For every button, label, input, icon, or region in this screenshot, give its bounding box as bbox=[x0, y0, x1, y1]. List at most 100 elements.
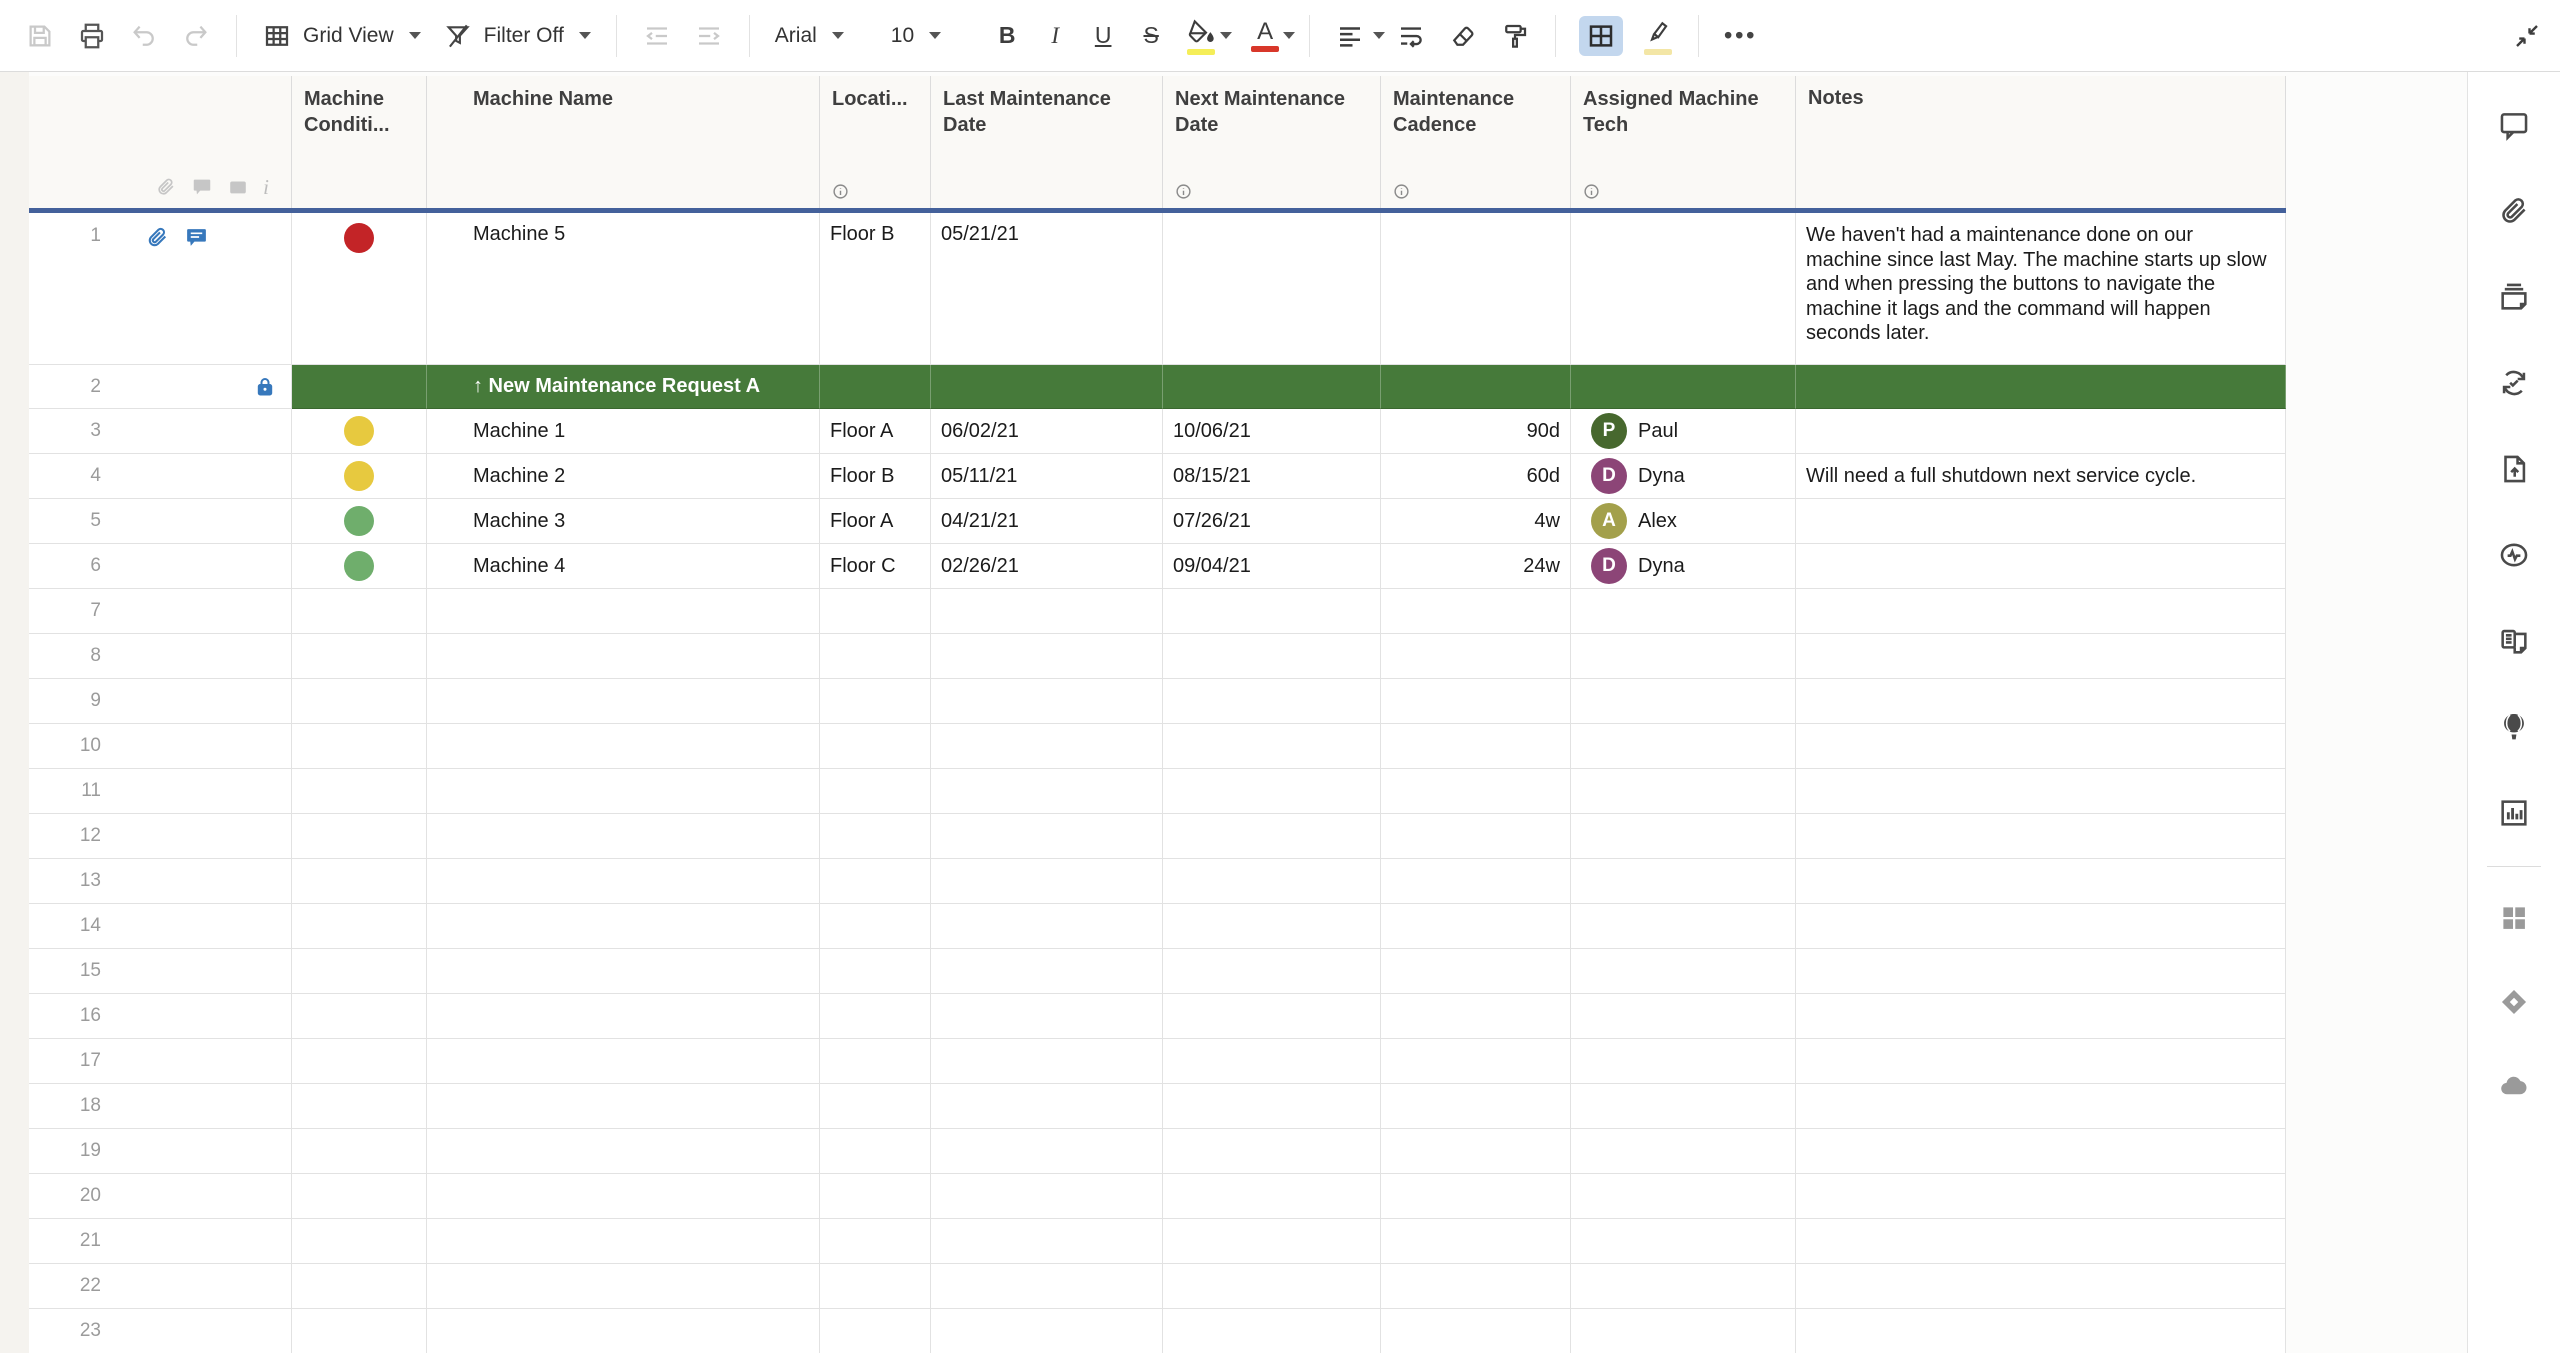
cell-name-row-11[interactable] bbox=[427, 769, 820, 814]
cell-next_date-row-18[interactable] bbox=[1163, 1084, 1381, 1129]
row-header-20[interactable]: 20 bbox=[29, 1174, 292, 1219]
cell-condition-row-6[interactable] bbox=[292, 544, 427, 589]
row-header-3[interactable]: 3 bbox=[29, 409, 292, 454]
cell-condition-row-13[interactable] bbox=[292, 859, 427, 904]
cell-condition-row-17[interactable] bbox=[292, 1039, 427, 1084]
cell-next_date-row-9[interactable] bbox=[1163, 679, 1381, 724]
cell-notes-row-23[interactable] bbox=[1796, 1309, 2286, 1353]
cell-name-row-6[interactable]: Machine 4 bbox=[427, 544, 820, 589]
cell-name-row-4[interactable]: Machine 2 bbox=[427, 454, 820, 499]
row-header-8[interactable]: 8 bbox=[29, 634, 292, 679]
cell-next_date-row-1[interactable] bbox=[1163, 213, 1381, 365]
cell-notes-row-4[interactable]: Will need a full shutdown next service c… bbox=[1796, 454, 2286, 499]
column-header-location[interactable]: Locati... bbox=[820, 76, 931, 208]
cell-tech-row-4[interactable]: DDyna bbox=[1571, 454, 1796, 499]
collapse-toolbar-button[interactable] bbox=[2510, 19, 2544, 53]
cell-name-row-22[interactable] bbox=[427, 1264, 820, 1309]
cell-next_date-row-23[interactable] bbox=[1163, 1309, 1381, 1353]
cell-next_date-row-14[interactable] bbox=[1163, 904, 1381, 949]
cell-last_date-row-20[interactable] bbox=[931, 1174, 1163, 1219]
cell-location-row-9[interactable] bbox=[820, 679, 931, 724]
format-painter-button[interactable] bbox=[1498, 19, 1532, 53]
proofs-panel-button[interactable] bbox=[2468, 254, 2560, 340]
cell-location-row-6[interactable]: Floor C bbox=[820, 544, 931, 589]
row-comment-icon[interactable] bbox=[184, 225, 209, 250]
cell-notes-row-3[interactable] bbox=[1796, 409, 2286, 454]
cell-cadence-row-21[interactable] bbox=[1381, 1219, 1571, 1264]
cell-location-row-15[interactable] bbox=[820, 949, 931, 994]
cell-name-row-5[interactable]: Machine 3 bbox=[427, 499, 820, 544]
cell-last_date-row-13[interactable] bbox=[931, 859, 1163, 904]
cell-notes-row-18[interactable] bbox=[1796, 1084, 2286, 1129]
column-header-cadence[interactable]: Maintenance Cadence bbox=[1381, 76, 1571, 208]
cell-tech-row-14[interactable] bbox=[1571, 904, 1796, 949]
cell-tech-row-16[interactable] bbox=[1571, 994, 1796, 1039]
row-header-7[interactable]: 7 bbox=[29, 589, 292, 634]
sheet-summary-panel-button[interactable] bbox=[2468, 598, 2560, 684]
cell-next_date-row-22[interactable] bbox=[1163, 1264, 1381, 1309]
cell-next_date-row-10[interactable] bbox=[1163, 724, 1381, 769]
row-header-5[interactable]: 5 bbox=[29, 499, 292, 544]
save-button[interactable] bbox=[23, 19, 57, 53]
activity-log-panel-button[interactable] bbox=[2468, 512, 2560, 598]
cell-last_date-row-12[interactable] bbox=[931, 814, 1163, 859]
cell-tech-row-22[interactable] bbox=[1571, 1264, 1796, 1309]
row-header-12[interactable]: 12 bbox=[29, 814, 292, 859]
cell-cadence-row-20[interactable] bbox=[1381, 1174, 1571, 1219]
header-corner-cell[interactable]: i bbox=[29, 76, 292, 208]
column-header-condition[interactable]: Machine Conditi... bbox=[292, 76, 427, 208]
cell-condition-row-7[interactable] bbox=[292, 589, 427, 634]
cell-cadence-row-13[interactable] bbox=[1381, 859, 1571, 904]
column-info-icon[interactable] bbox=[1175, 183, 1192, 200]
cell-next_date-row-5[interactable]: 07/26/21 bbox=[1163, 499, 1381, 544]
cell-location-row-8[interactable] bbox=[820, 634, 931, 679]
cell-next_date-row-7[interactable] bbox=[1163, 589, 1381, 634]
cell-last_date-row-6[interactable]: 02/26/21 bbox=[931, 544, 1163, 589]
column-header-next_date[interactable]: Next Maintenance Date bbox=[1163, 76, 1381, 208]
row-header-11[interactable]: 11 bbox=[29, 769, 292, 814]
cell-location-row-20[interactable] bbox=[820, 1174, 931, 1219]
row-header-6[interactable]: 6 bbox=[29, 544, 292, 589]
cell-cadence-row-18[interactable] bbox=[1381, 1084, 1571, 1129]
cell-tech-row-9[interactable] bbox=[1571, 679, 1796, 724]
cell-cadence-row-3[interactable]: 90d bbox=[1381, 409, 1571, 454]
cell-last_date-row-8[interactable] bbox=[931, 634, 1163, 679]
cell-next_date-row-15[interactable] bbox=[1163, 949, 1381, 994]
row-header-17[interactable]: 17 bbox=[29, 1039, 292, 1084]
cell-notes-row-6[interactable] bbox=[1796, 544, 2286, 589]
comments-panel-button[interactable] bbox=[2468, 82, 2560, 168]
cell-name-row-20[interactable] bbox=[427, 1174, 820, 1219]
cell-next_date-row-21[interactable] bbox=[1163, 1219, 1381, 1264]
cell-next_date-row-3[interactable]: 10/06/21 bbox=[1163, 409, 1381, 454]
cell-next_date-row-20[interactable] bbox=[1163, 1174, 1381, 1219]
clear-format-button[interactable] bbox=[1446, 19, 1480, 53]
cell-condition-row-11[interactable] bbox=[292, 769, 427, 814]
cell-cadence-row-16[interactable] bbox=[1381, 994, 1571, 1039]
cell-last_date-row-10[interactable] bbox=[931, 724, 1163, 769]
cell-name-row-23[interactable] bbox=[427, 1309, 820, 1353]
whats-new-balloon-button[interactable] bbox=[2468, 684, 2560, 770]
cell-tech-row-12[interactable] bbox=[1571, 814, 1796, 859]
cell-last_date-row-17[interactable] bbox=[931, 1039, 1163, 1084]
print-button[interactable] bbox=[75, 19, 109, 53]
cell-name-row-10[interactable] bbox=[427, 724, 820, 769]
cell-condition-row-14[interactable] bbox=[292, 904, 427, 949]
column-header-name[interactable]: Machine Name bbox=[427, 76, 820, 208]
attachments-panel-button[interactable] bbox=[2468, 168, 2560, 254]
cell-last_date-row-18[interactable] bbox=[931, 1084, 1163, 1129]
cell-tech-row-6[interactable]: DDyna bbox=[1571, 544, 1796, 589]
cell-tech-row-13[interactable] bbox=[1571, 859, 1796, 904]
cell-condition-row-1[interactable] bbox=[292, 213, 427, 365]
cell-condition-row-8[interactable] bbox=[292, 634, 427, 679]
row-header-13[interactable]: 13 bbox=[29, 859, 292, 904]
charts-panel-button[interactable] bbox=[2468, 770, 2560, 856]
row-header-2[interactable]: 2 bbox=[29, 365, 292, 409]
cell-condition-row-21[interactable] bbox=[292, 1219, 427, 1264]
cell-location-row-7[interactable] bbox=[820, 589, 931, 634]
cell-condition-row-4[interactable] bbox=[292, 454, 427, 499]
cell-condition-row-3[interactable] bbox=[292, 409, 427, 454]
cell-tech-row-10[interactable] bbox=[1571, 724, 1796, 769]
cell-tech-row-7[interactable] bbox=[1571, 589, 1796, 634]
salesforce-cloud-button[interactable] bbox=[2468, 1044, 2560, 1128]
cell-notes-row-20[interactable] bbox=[1796, 1174, 2286, 1219]
